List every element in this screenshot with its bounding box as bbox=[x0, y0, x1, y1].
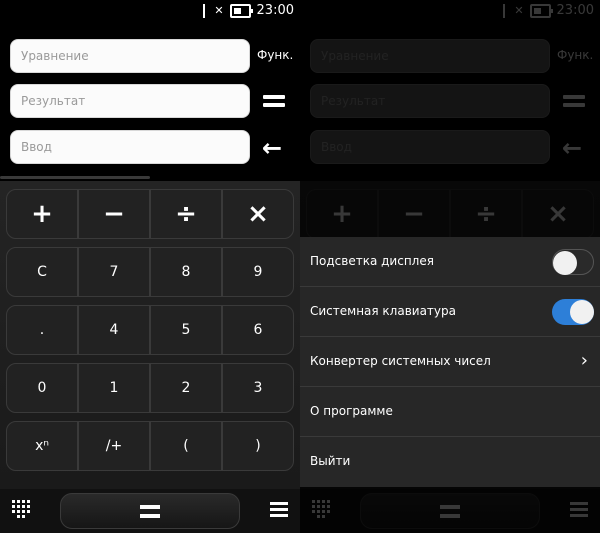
digit-0-key[interactable]: 0 bbox=[6, 363, 78, 413]
equals-icon[interactable] bbox=[263, 92, 285, 110]
plus-key[interactable]: + bbox=[6, 189, 78, 239]
status-time: 23:00 bbox=[256, 3, 294, 18]
sign-key[interactable]: /+ bbox=[78, 421, 150, 471]
equation-field[interactable] bbox=[10, 39, 250, 73]
backlight-toggle[interactable] bbox=[552, 249, 594, 275]
menu-item-label: Выйти bbox=[310, 454, 351, 468]
chevron-right-icon: › bbox=[580, 350, 588, 371]
keypad-icon[interactable] bbox=[12, 500, 32, 520]
menu-item-display-backlight[interactable]: Подсветка дисплея bbox=[300, 237, 600, 287]
multiply-key: × bbox=[522, 189, 594, 239]
menu-item-label: Подсветка дисплея bbox=[310, 254, 434, 268]
digit-9-key[interactable]: 9 bbox=[222, 247, 294, 297]
back-arrow-icon[interactable]: ← bbox=[262, 136, 282, 160]
digit-3-key[interactable]: 3 bbox=[222, 363, 294, 413]
equals-button bbox=[360, 493, 540, 529]
plus-key: + bbox=[306, 189, 378, 239]
status-bar: ✕ 23:00 bbox=[300, 0, 600, 22]
signal-icon bbox=[498, 3, 512, 18]
menu-icon bbox=[570, 502, 588, 518]
equals-icon bbox=[140, 505, 160, 509]
equals-button[interactable] bbox=[60, 493, 240, 529]
battery-icon bbox=[529, 3, 553, 18]
functions-button: Функ. bbox=[557, 48, 594, 62]
digit-4-key[interactable]: 4 bbox=[78, 305, 150, 355]
menu-item-label: Конвертер системных чисел bbox=[310, 354, 491, 368]
bottom-toolbar bbox=[300, 489, 600, 533]
divide-key: ÷ bbox=[450, 189, 522, 239]
keypad-icon bbox=[312, 500, 332, 520]
digit-2-key[interactable]: 2 bbox=[150, 363, 222, 413]
power-key[interactable]: xⁿ bbox=[6, 421, 78, 471]
divider bbox=[0, 176, 150, 179]
equals-icon bbox=[563, 92, 585, 110]
status-time: 23:00 bbox=[556, 3, 594, 18]
menu-item-label: О программе bbox=[310, 404, 393, 418]
minus-key[interactable]: − bbox=[78, 189, 150, 239]
multiply-key[interactable]: × bbox=[222, 189, 294, 239]
equation-field bbox=[310, 39, 550, 73]
result-field[interactable] bbox=[10, 84, 250, 118]
clear-key[interactable]: C bbox=[6, 247, 78, 297]
result-field bbox=[310, 84, 550, 118]
digit-1-key[interactable]: 1 bbox=[78, 363, 150, 413]
close-paren-key[interactable]: ) bbox=[222, 421, 294, 471]
digit-8-key[interactable]: 8 bbox=[150, 247, 222, 297]
minus-key: − bbox=[378, 189, 450, 239]
menu-item-about[interactable]: О программе bbox=[300, 387, 600, 437]
menu-item-system-keyboard[interactable]: Системная клавиатура bbox=[300, 287, 600, 337]
decimal-key[interactable]: . bbox=[6, 305, 78, 355]
calculator-menu-screen: ✕ 23:00 Функ. ← + − ÷ × bbox=[300, 0, 600, 533]
signal-icon bbox=[198, 3, 212, 18]
digit-7-key[interactable]: 7 bbox=[78, 247, 150, 297]
digit-6-key[interactable]: 6 bbox=[222, 305, 294, 355]
battery-icon bbox=[229, 3, 253, 18]
menu-item-label: Системная клавиатура bbox=[310, 304, 456, 318]
system-keyboard-toggle[interactable] bbox=[552, 299, 594, 325]
no-signal-icon: ✕ bbox=[514, 4, 524, 17]
menu-icon[interactable] bbox=[270, 502, 288, 518]
input-field[interactable] bbox=[10, 130, 250, 164]
functions-button[interactable]: Функ. bbox=[257, 48, 293, 62]
bottom-toolbar bbox=[0, 489, 300, 533]
no-signal-icon: ✕ bbox=[214, 4, 224, 17]
divide-key[interactable]: ÷ bbox=[150, 189, 222, 239]
calculator-screen: ✕ 23:00 Функ. ← + − ÷ × C 7 8 9 . bbox=[0, 0, 300, 533]
back-arrow-icon: ← bbox=[562, 134, 583, 162]
input-field bbox=[310, 130, 550, 164]
menu-item-number-converter[interactable]: Конвертер системных чисел › bbox=[300, 337, 600, 387]
status-bar: ✕ 23:00 bbox=[0, 0, 300, 22]
equals-icon bbox=[440, 505, 460, 509]
options-menu: Подсветка дисплея Системная клавиатура К… bbox=[300, 237, 600, 487]
open-paren-key[interactable]: ( bbox=[150, 421, 222, 471]
keypad: + − ÷ × C 7 8 9 . 4 5 6 0 1 2 3 xⁿ /+ (… bbox=[0, 181, 300, 489]
menu-item-exit[interactable]: Выйти bbox=[300, 437, 600, 487]
digit-5-key[interactable]: 5 bbox=[150, 305, 222, 355]
